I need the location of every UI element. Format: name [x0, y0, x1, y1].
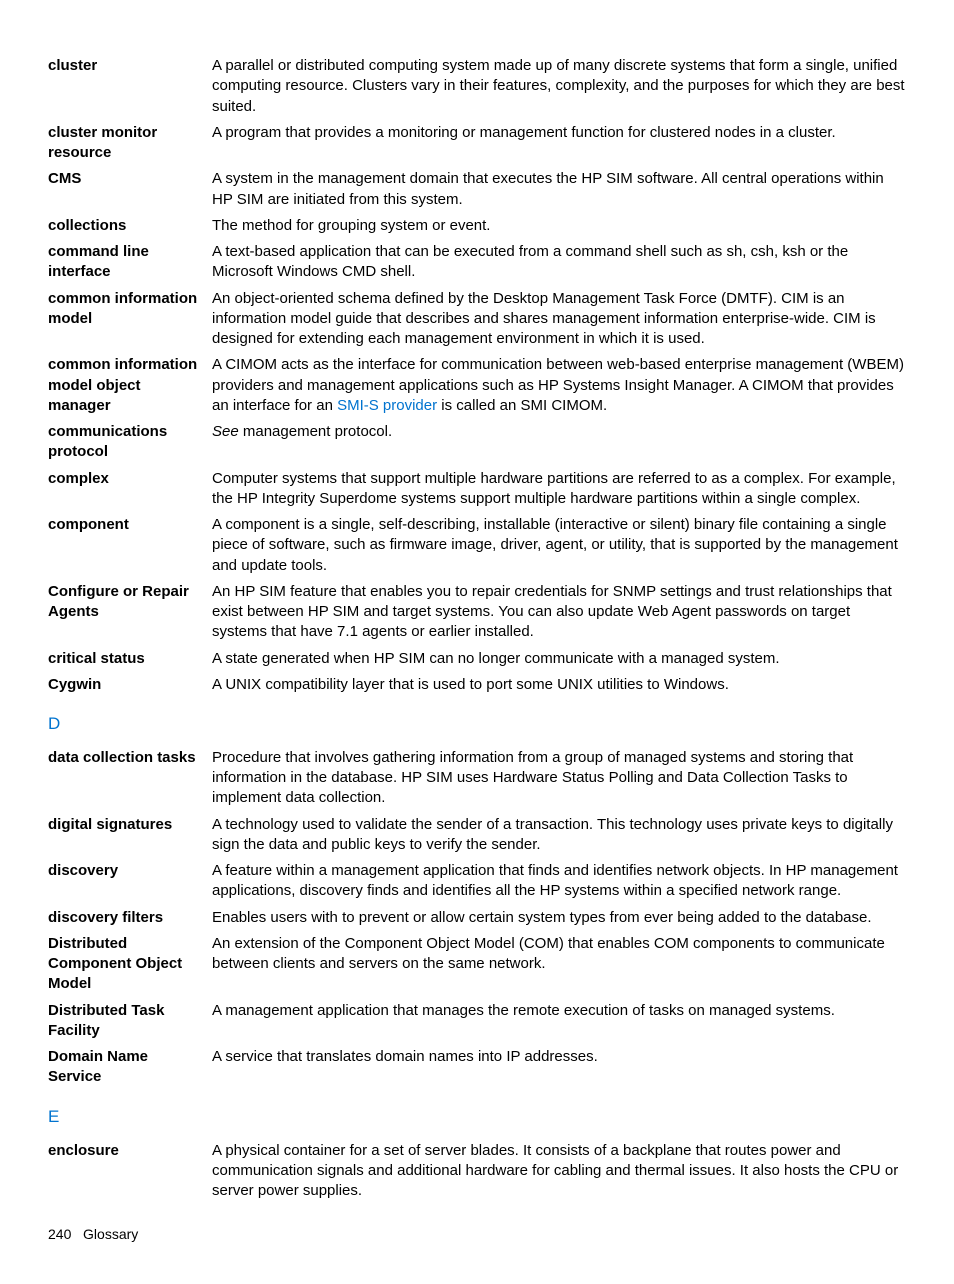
glossary-term: common information model — [48, 289, 212, 330]
glossary-definition: A system in the management domain that e… — [212, 169, 906, 210]
glossary-definition: An object-oriented schema defined by the… — [212, 289, 906, 350]
glossary-entry: componentA component is a single, self-d… — [48, 515, 906, 576]
glossary-entry: collectionsThe method for grouping syste… — [48, 216, 906, 236]
glossary-definition: A CIMOM acts as the interface for commun… — [212, 355, 906, 416]
footer-title: Glossary — [83, 1226, 138, 1242]
glossary-term: common information model object manager — [48, 355, 212, 416]
glossary-term: critical status — [48, 649, 212, 669]
glossary-definition: A text-based application that can be exe… — [212, 242, 906, 283]
glossary-term: CMS — [48, 169, 212, 189]
glossary-entry: Domain Name ServiceA service that transl… — [48, 1047, 906, 1088]
glossary-definition: A state generated when HP SIM can no lon… — [212, 649, 906, 669]
glossary-entry: Distributed Task FacilityA management ap… — [48, 1001, 906, 1042]
link-smi-s-provider[interactable]: SMI-S provider — [337, 397, 437, 414]
page-footer: 240 Glossary — [48, 1225, 906, 1244]
glossary-term: data collection tasks — [48, 748, 212, 768]
glossary-definition: A management application that manages th… — [212, 1001, 906, 1021]
glossary-term: Domain Name Service — [48, 1047, 212, 1088]
section-letter-d: D — [48, 713, 906, 736]
glossary-term: Cygwin — [48, 675, 212, 695]
glossary-term: cluster — [48, 56, 212, 76]
glossary-definition: The method for grouping system or event. — [212, 216, 906, 236]
glossary-term: Distributed Task Facility — [48, 1001, 212, 1042]
glossary-definition: An HP SIM feature that enables you to re… — [212, 582, 906, 643]
glossary-entry: common information model object managerA… — [48, 355, 906, 416]
glossary-term: command line interface — [48, 242, 212, 283]
glossary-definition: A component is a single, self-describing… — [212, 515, 906, 576]
page-number: 240 — [48, 1226, 71, 1242]
glossary-term: complex — [48, 469, 212, 489]
glossary-term: Configure or Repair Agents — [48, 582, 212, 623]
glossary-term: digital signatures — [48, 815, 212, 835]
glossary-entry: data collection tasksProcedure that invo… — [48, 748, 906, 809]
glossary-entry: communications protocolSee management pr… — [48, 422, 906, 463]
glossary-definition: Enables users with to prevent or allow c… — [212, 908, 906, 928]
glossary-term: collections — [48, 216, 212, 236]
glossary-definition: A program that provides a monitoring or … — [212, 123, 906, 143]
glossary-entry: cluster monitor resourceA program that p… — [48, 123, 906, 164]
glossary-term: cluster monitor resource — [48, 123, 212, 164]
glossary-entry: clusterA parallel or distributed computi… — [48, 56, 906, 117]
glossary-entry: command line interfaceA text-based appli… — [48, 242, 906, 283]
glossary-entry: complexComputer systems that support mul… — [48, 469, 906, 510]
glossary-definition: A UNIX compatibility layer that is used … — [212, 675, 906, 695]
glossary-entry: digital signaturesA technology used to v… — [48, 815, 906, 856]
glossary-definition: A technology used to validate the sender… — [212, 815, 906, 856]
glossary-term: Distributed Component Object Model — [48, 934, 212, 995]
glossary-term: component — [48, 515, 212, 535]
glossary-entry: enclosureA physical container for a set … — [48, 1141, 906, 1202]
glossary-term: discovery — [48, 861, 212, 881]
glossary-definition: See management protocol. — [212, 422, 906, 442]
glossary-definition: A feature within a management applicatio… — [212, 861, 906, 902]
glossary-entry: critical statusA state generated when HP… — [48, 649, 906, 669]
glossary-definition: A parallel or distributed computing syst… — [212, 56, 906, 117]
glossary-entry: common information modelAn object-orient… — [48, 289, 906, 350]
glossary-definition: Computer systems that support multiple h… — [212, 469, 906, 510]
section-letter-e: E — [48, 1106, 906, 1129]
glossary-entry: discovery filtersEnables users with to p… — [48, 908, 906, 928]
glossary-entry: CygwinA UNIX compatibility layer that is… — [48, 675, 906, 695]
glossary-entry: CMSA system in the management domain tha… — [48, 169, 906, 210]
glossary-definition: A service that translates domain names i… — [212, 1047, 906, 1067]
glossary-definition: An extension of the Component Object Mod… — [212, 934, 906, 975]
see-label: See — [212, 423, 239, 440]
glossary-entry: Distributed Component Object ModelAn ext… — [48, 934, 906, 995]
glossary-entry: Configure or Repair AgentsAn HP SIM feat… — [48, 582, 906, 643]
glossary-definition: Procedure that involves gathering inform… — [212, 748, 906, 809]
glossary-definition: A physical container for a set of server… — [212, 1141, 906, 1202]
glossary-term: communications protocol — [48, 422, 212, 463]
glossary-term: discovery filters — [48, 908, 212, 928]
glossary-term: enclosure — [48, 1141, 212, 1161]
glossary-entry: discoveryA feature within a management a… — [48, 861, 906, 902]
